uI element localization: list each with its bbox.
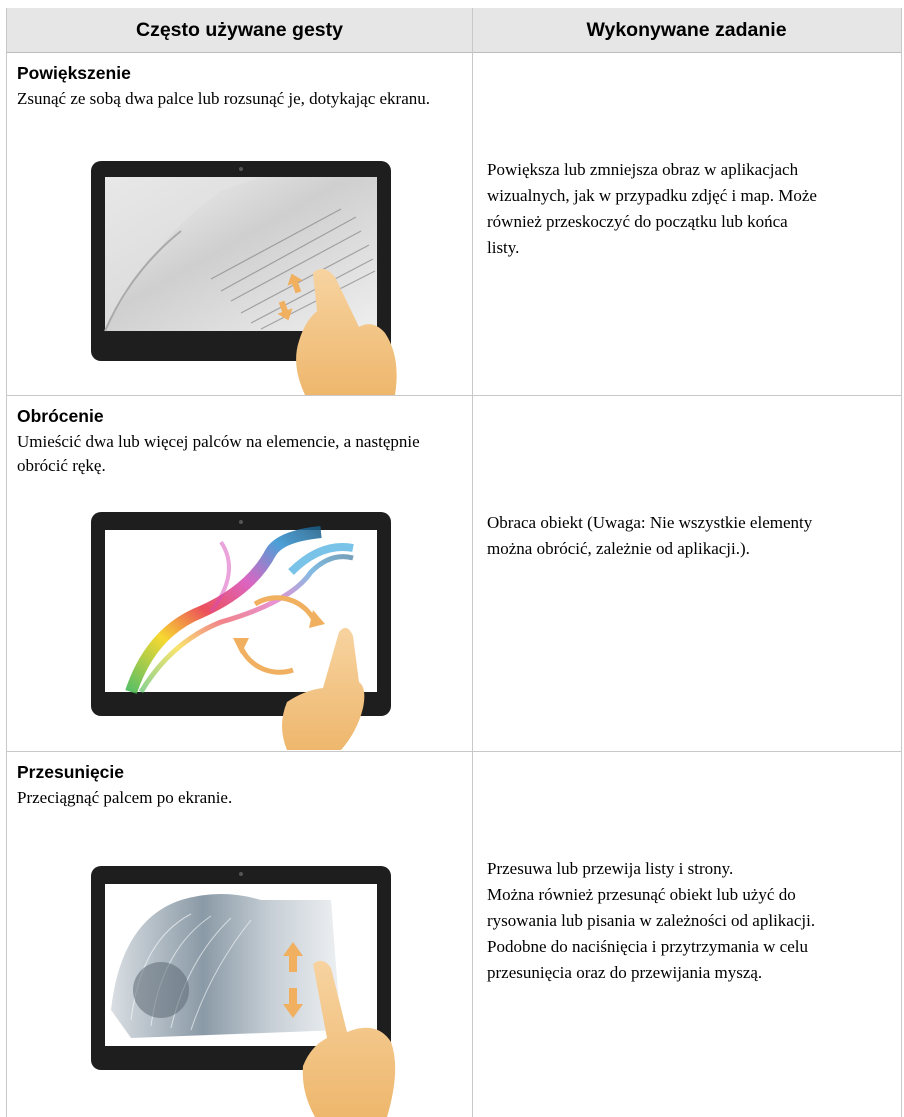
task-line: listy. — [487, 238, 520, 257]
table-row-rotate: Obrócenie Umieścić dwa lub więcej palców… — [7, 396, 901, 752]
task-line: wizualnych, jak w przypadku zdjęć i map.… — [487, 186, 817, 205]
task-line: również przeskoczyć do początku lub końc… — [487, 212, 788, 231]
task-description: Przesuwa lub przewija listy i strony. Mo… — [487, 856, 897, 986]
gesture-title: Obrócenie — [17, 406, 104, 426]
task-line: Można również przesunąć obiekt lub użyć … — [487, 885, 796, 904]
task-line: można obrócić, zależnie od aplikacji.). — [487, 539, 750, 558]
task-line: Przesuwa lub przewija listy i strony. — [487, 859, 734, 878]
task-line: Obraca obiekt (Uwaga: Nie wszystkie elem… — [487, 513, 813, 532]
table-row-swipe: Przesunięcie Przeciągnąć palcem po ekran… — [7, 752, 901, 1117]
swipe-illustration — [91, 866, 396, 1117]
header-gestures: Często używane gesty — [136, 19, 343, 41]
task-line: przesunięcia oraz do przewijania myszą. — [487, 963, 763, 982]
task-line: Podobne do naciśnięcia i przytrzymania w… — [487, 937, 808, 956]
gesture-description: Przeciągnąć palcem po ekranie. — [17, 788, 233, 807]
task-description: Obraca obiekt (Uwaga: Nie wszystkie elem… — [487, 510, 897, 562]
rotate-illustration — [91, 512, 391, 750]
gesture-description: Umieścić dwa lub więcej palców na elemen… — [17, 432, 420, 475]
task-line: rysowania lub pisania w zależności od ap… — [487, 911, 816, 930]
gesture-title: Przesunięcie — [17, 762, 124, 782]
header-task: Wykonywane zadanie — [586, 19, 787, 41]
table-row-zoom: Powiększenie Zsunąć ze sobą dwa palce lu… — [7, 53, 901, 396]
table-header: Często używane gesty Wykonywane zadanie — [7, 8, 901, 53]
gesture-description: Zsunąć ze sobą dwa palce lub rozsunąć je… — [17, 89, 431, 108]
task-description: Powiększa lub zmniejsza obraz w aplikacj… — [487, 157, 897, 261]
task-line: Powiększa lub zmniejsza obraz w aplikacj… — [487, 160, 799, 179]
gestures-table: Często używane gesty Wykonywane zadanie … — [6, 8, 902, 1117]
pinch-zoom-illustration — [91, 161, 397, 395]
gesture-title: Powiększenie — [17, 63, 131, 83]
